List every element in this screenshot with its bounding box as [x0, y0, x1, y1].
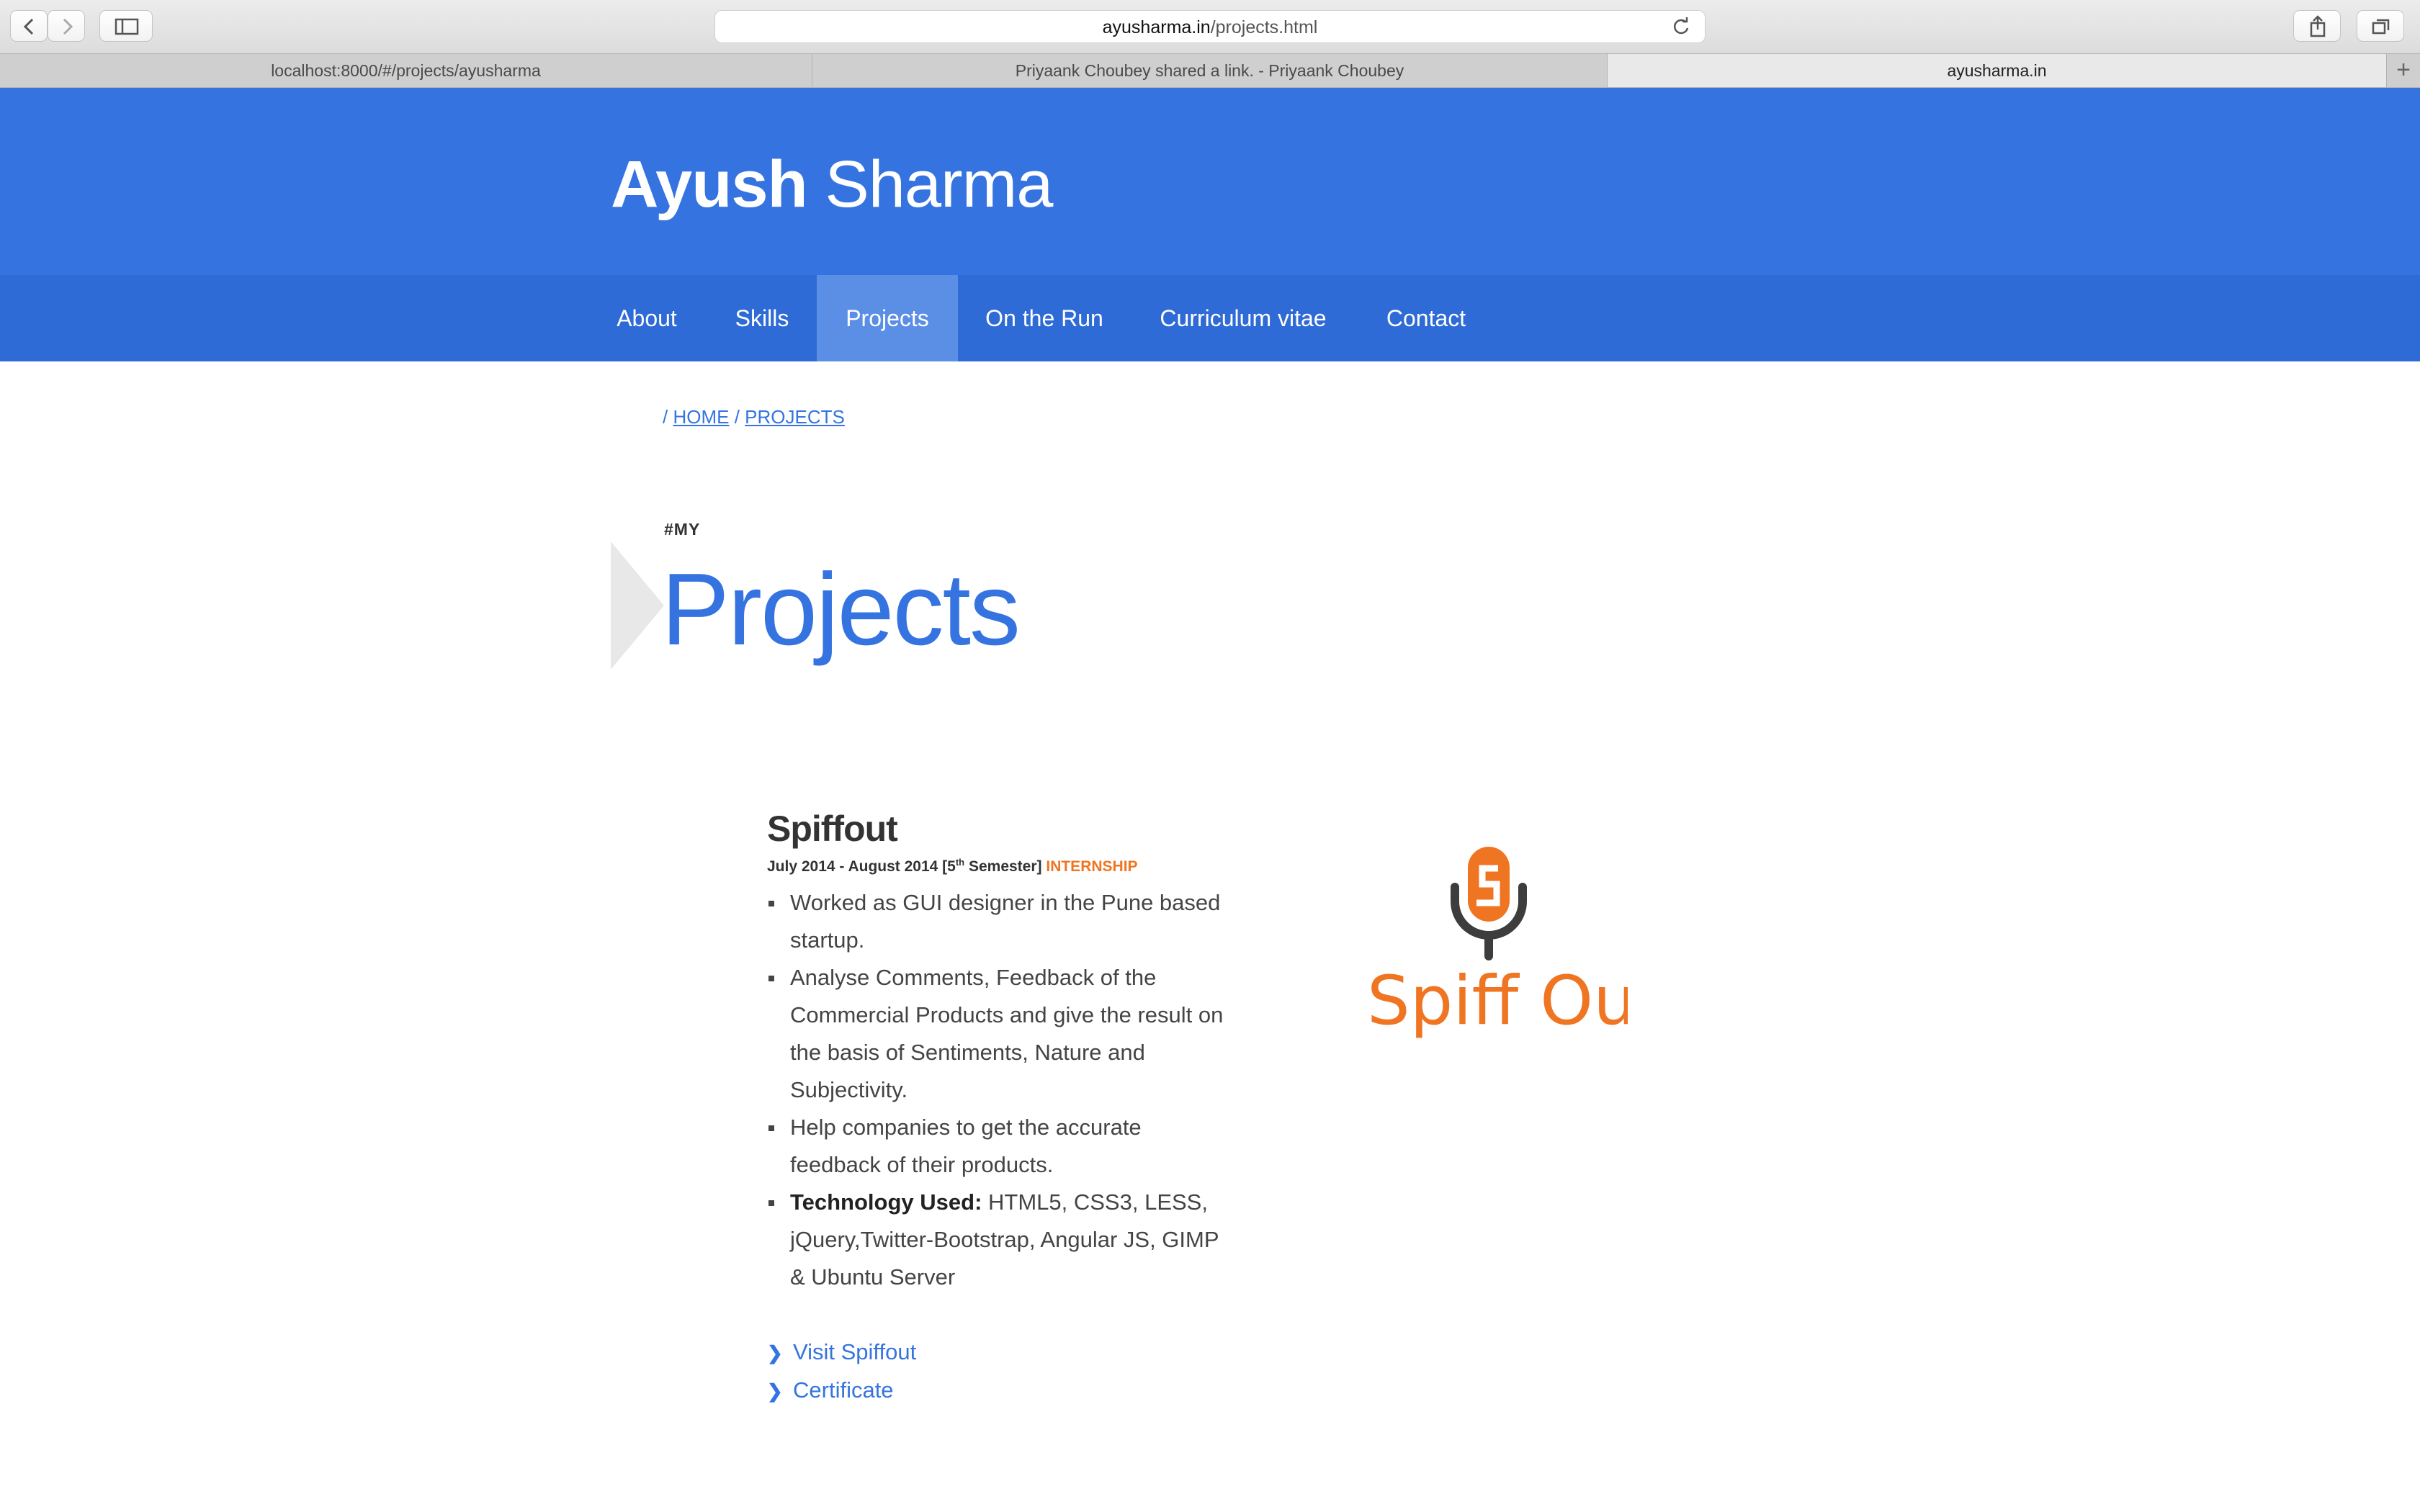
- bullet-icon: [768, 1200, 774, 1206]
- project-title: Spiffout: [767, 809, 898, 849]
- breadcrumb-separator: /: [734, 406, 740, 428]
- nav-item-on-the-run[interactable]: On the Run: [972, 275, 1116, 361]
- chevron-right-icon: ❯: [767, 1342, 783, 1364]
- logo-text: Spiff Out: [1367, 962, 1628, 1040]
- tab-localhost[interactable]: localhost:8000/#/projects/ayusharma: [0, 54, 812, 87]
- tech-label: Technology Used:: [790, 1189, 982, 1215]
- site-title-first: Ayush: [611, 148, 808, 221]
- spiffout-logo: Spiff Out: [1367, 847, 1628, 1040]
- site-title-last: Sharma: [825, 148, 1053, 221]
- project-dates-sup: th: [955, 857, 965, 868]
- project-semester: Semester]: [964, 858, 1042, 875]
- address-bar[interactable]: ayusharma.in/projects.html: [714, 10, 1706, 43]
- reload-icon[interactable]: [1670, 16, 1692, 37]
- tabs-overview-button[interactable]: [2357, 10, 2404, 42]
- nav-item-skills[interactable]: Skills: [719, 275, 805, 361]
- main-nav: About Skills Projects On the Run Curricu…: [0, 275, 2420, 361]
- nav-item-label: On the Run: [985, 305, 1103, 331]
- project-meta: July 2014 - August 2014 [5th Semester] I…: [767, 857, 1138, 876]
- list-item-text: Worked as GUI designer in the Pune based…: [790, 890, 1221, 953]
- visit-spiffout-link[interactable]: ❯ Visit Spiffout: [767, 1333, 916, 1372]
- site-header: Ayush Sharma: [0, 88, 2420, 275]
- project-links: ❯ Visit Spiffout ❯ Certificate: [767, 1333, 916, 1410]
- tab-label: localhost:8000/#/projects/ayusharma: [271, 61, 541, 80]
- bullet-icon: [768, 976, 774, 981]
- microphone-icon: [1451, 847, 1527, 960]
- certificate-link[interactable]: ❯ Certificate: [767, 1372, 916, 1410]
- page-title: Projects: [661, 552, 1021, 667]
- tab-label: Priyaank Choubey shared a link. - Priyaa…: [1015, 61, 1404, 80]
- new-tab-icon[interactable]: +: [2387, 54, 2420, 87]
- address-path: /projects.html: [1210, 17, 1318, 37]
- breadcrumb-separator: /: [663, 406, 668, 428]
- address-url: ayusharma.in/projects.html: [715, 17, 1705, 38]
- bullet-icon: [768, 1125, 774, 1131]
- project-dates: July 2014 - August 2014 [5: [767, 858, 956, 875]
- nav-item-projects[interactable]: Projects: [817, 275, 958, 361]
- list-item: Analyse Comments, Feedback of the Commer…: [767, 959, 1228, 1109]
- nav-item-about[interactable]: About: [604, 275, 690, 361]
- tabs-overview-icon: [2372, 19, 2390, 35]
- nav-item-label: Projects: [846, 305, 929, 331]
- browser-toolbar: ayusharma.in/projects.html: [0, 0, 2420, 53]
- list-item-text: Analyse Comments, Feedback of the Commer…: [790, 965, 1224, 1102]
- nav-item-label: Contact: [1386, 305, 1466, 331]
- breadcrumb-projects-link[interactable]: PROJECTS: [745, 406, 845, 428]
- site-title[interactable]: Ayush Sharma: [611, 147, 1053, 222]
- list-item: Help companies to get the accurate feedb…: [767, 1109, 1228, 1184]
- link-label: Certificate: [793, 1377, 894, 1403]
- breadcrumb: / HOME / PROJECTS: [663, 406, 845, 428]
- breadcrumb-home-link[interactable]: HOME: [673, 406, 729, 428]
- forward-icon: [63, 18, 73, 35]
- tab-ayusharma[interactable]: ayusharma.in: [1608, 54, 2387, 87]
- bullet-icon: [768, 901, 774, 906]
- project-type-badge: INTERNSHIP: [1046, 858, 1138, 875]
- tab-label: ayusharma.in: [1947, 61, 2047, 80]
- back-icon: [23, 18, 34, 35]
- forward-button[interactable]: [48, 10, 85, 42]
- list-item: Worked as GUI designer in the Pune based…: [767, 884, 1228, 959]
- project-bullets: Worked as GUI designer in the Pune based…: [767, 884, 1228, 1296]
- tab-priyaank[interactable]: Priyaank Choubey shared a link. - Priyaa…: [812, 54, 1608, 87]
- sidebar-icon: [115, 18, 139, 35]
- heading-tagline: #MY: [664, 520, 701, 539]
- nav-item-cv[interactable]: Curriculum vitae: [1144, 275, 1343, 361]
- share-button[interactable]: [2293, 10, 2341, 42]
- nav-item-label: Skills: [735, 305, 789, 331]
- address-domain: ayusharma.in: [1102, 17, 1211, 37]
- nav-item-label: About: [617, 305, 677, 331]
- nav-item-label: Curriculum vitae: [1160, 305, 1327, 331]
- link-label: Visit Spiffout: [793, 1339, 917, 1364]
- chevron-right-icon: ❯: [767, 1380, 783, 1402]
- list-item-text: Help companies to get the accurate feedb…: [790, 1115, 1142, 1177]
- share-icon: [2310, 15, 2326, 37]
- heading-arrow-icon: [611, 541, 664, 670]
- nav-item-contact[interactable]: Contact: [1368, 275, 1484, 361]
- list-item: Technology Used: HTML5, CSS3, LESS, jQue…: [767, 1184, 1228, 1296]
- back-button[interactable]: [10, 10, 48, 42]
- tab-bar: localhost:8000/#/projects/ayusharma Priy…: [0, 53, 2420, 88]
- sidebar-button[interactable]: [99, 10, 153, 42]
